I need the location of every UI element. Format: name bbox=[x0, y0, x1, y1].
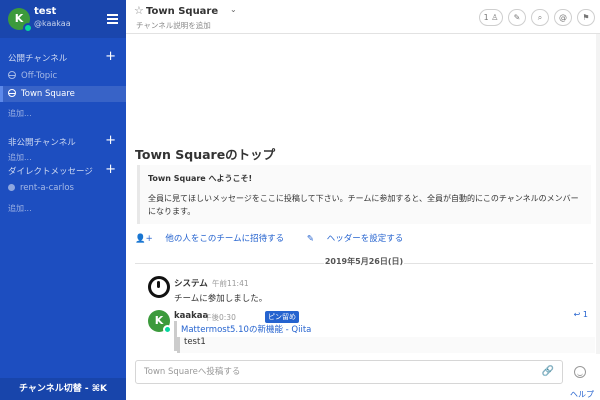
center-channel: Town Squareのトップ Town Square へようこそ! 全員に見て… bbox=[126, 34, 600, 400]
globe-icon bbox=[8, 89, 16, 97]
message-input[interactable] bbox=[136, 361, 516, 383]
online-status-icon bbox=[23, 23, 33, 33]
user-avatar[interactable]: K bbox=[8, 8, 33, 33]
channel-title[interactable]: Town Square bbox=[146, 6, 218, 17]
add-private-channel-button[interactable]: + bbox=[105, 134, 116, 147]
preview-link[interactable]: Mattermost5.10の新機能 - Qiita bbox=[181, 323, 592, 335]
public-more-link[interactable]: 追加... bbox=[8, 108, 32, 119]
channel-switcher-button[interactable]: チャンネル切替 - ⌘K bbox=[0, 378, 126, 400]
sidebar-item-town-square[interactable]: Town Square bbox=[0, 86, 126, 102]
sidebar: K test @kaakaa 公開チャンネル + Off-Topic Town … bbox=[0, 0, 126, 400]
pin-icon[interactable]: ✎ bbox=[508, 9, 526, 26]
user-status-icon bbox=[8, 184, 15, 191]
mention-icon[interactable]: @ bbox=[554, 9, 572, 26]
system-avatar bbox=[148, 276, 170, 298]
emoji-icon[interactable] bbox=[574, 366, 586, 378]
add-public-channel-button[interactable]: + bbox=[105, 50, 116, 63]
link-preview: Mattermost5.10の新機能 - Qiita test1 bbox=[174, 321, 595, 353]
add-user-icon: 👤+ bbox=[135, 234, 156, 244]
flag-icon[interactable]: ⚑ bbox=[577, 9, 595, 26]
attachment-icon[interactable]: 🔗 bbox=[542, 366, 554, 377]
message-input-box: 🔗 bbox=[135, 360, 563, 384]
add-dm-button[interactable]: + bbox=[105, 163, 116, 176]
online-status-icon bbox=[163, 325, 172, 334]
intro-actions: 👤+ 他の人をこのチームに招待する ✎ ヘッダーを設定する bbox=[135, 232, 423, 244]
main-menu-icon[interactable] bbox=[107, 14, 118, 24]
channel-purpose[interactable]: チャンネル説明を追加 bbox=[136, 20, 211, 31]
post-time[interactable]: 午前11:41 bbox=[212, 278, 249, 289]
intro-welcome: Town Square へようこそ! bbox=[148, 174, 253, 183]
sidebar-header: K test @kaakaa bbox=[0, 0, 126, 38]
post-message: チームに参加しました。 bbox=[174, 294, 268, 304]
intro-body: 全員に見てほしいメッセージをここに投稿して下さい。チームに参加すると、全員が自動… bbox=[148, 194, 579, 216]
private-more-link[interactable]: 追加... bbox=[8, 152, 32, 163]
reply-icon: ↩ bbox=[573, 310, 583, 319]
public-channels-title: 公開チャンネル bbox=[8, 54, 68, 64]
dm-title: ダイレクトメッセージ bbox=[8, 167, 93, 177]
search-icon[interactable]: ⌕ bbox=[531, 9, 549, 26]
invite-button[interactable]: 👤+ 他の人をこのチームに招待する bbox=[135, 234, 294, 244]
quoted-text: test1 bbox=[177, 337, 595, 353]
dm-more-link[interactable]: 追加... bbox=[8, 203, 32, 214]
globe-icon bbox=[8, 71, 16, 79]
member-count-button[interactable]: 1 ♙ bbox=[479, 9, 503, 26]
date-separator: 2019年5月26日(日) bbox=[135, 256, 593, 270]
help-link[interactable]: ヘルプ bbox=[570, 389, 594, 400]
star-icon[interactable]: ☆ bbox=[134, 4, 144, 17]
user-handle: @kaakaa bbox=[34, 19, 71, 28]
sidebar-item-off-topic[interactable]: Off-Topic bbox=[0, 68, 126, 84]
post-author[interactable]: システム bbox=[174, 277, 208, 289]
channel-intro-box: Town Square へようこそ! 全員に見てほしいメッセージをここに投稿して… bbox=[137, 165, 591, 224]
username: test bbox=[34, 6, 57, 17]
pencil-icon: ✎ bbox=[306, 234, 317, 244]
user-avatar[interactable]: K bbox=[148, 310, 172, 334]
reply-count[interactable]: ↩ 1 bbox=[574, 310, 588, 319]
member-icon: ♙ bbox=[488, 13, 499, 22]
channel-intro-title: Town Squareのトップ bbox=[135, 147, 276, 162]
scrollbar[interactable] bbox=[596, 34, 600, 354]
private-channels-title: 非公開チャンネル bbox=[8, 138, 76, 148]
channel-header: ☆ Town Square ⌄ チャンネル説明を追加 1 ♙ ✎ ⌕ @ ⚑ bbox=[126, 0, 600, 34]
set-header-button[interactable]: ✎ ヘッダーを設定する bbox=[307, 234, 413, 244]
chevron-down-icon[interactable]: ⌄ bbox=[230, 5, 237, 14]
sidebar-item-rent-a-carlos[interactable]: rent-a-carlos bbox=[0, 180, 126, 196]
